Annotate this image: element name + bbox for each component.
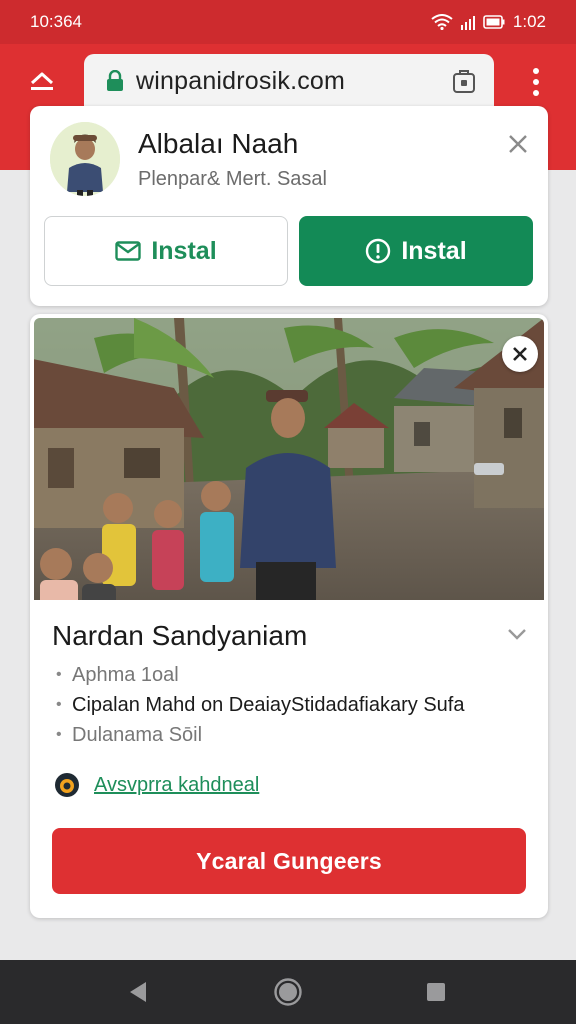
back-button[interactable]: [118, 960, 158, 1024]
app-subtitle: Plenpar& Mert. Sasal: [138, 168, 327, 190]
battery-icon: [483, 15, 505, 29]
avatar: [50, 122, 120, 196]
list-item: Cipalan Mahd on DeaiayStidadafiakary Suf…: [56, 690, 536, 720]
mail-icon: [115, 241, 142, 261]
ad-link[interactable]: Avsvprra kahdneal: [94, 774, 259, 797]
system-nav-bar: [0, 960, 576, 1024]
ad-link-row[interactable]: Avsvprra kahdneal: [54, 772, 259, 798]
status-bar: 10:364 1:02: [0, 0, 576, 44]
menu-button[interactable]: [24, 66, 60, 100]
ad-icon: [55, 773, 79, 797]
recents-button[interactable]: [416, 960, 456, 1024]
install-button-secondary-label: Instal: [151, 236, 217, 265]
url-text: winpanidrosik.com: [136, 66, 346, 95]
install-button-primary[interactable]: Instal: [299, 216, 533, 286]
tab-icon[interactable]: [452, 68, 476, 94]
status-icons: 1:02: [431, 12, 546, 32]
recents-icon: [427, 983, 445, 1001]
home-button[interactable]: [268, 960, 308, 1024]
chevron-down-icon[interactable]: [506, 626, 528, 642]
info-icon: [366, 238, 391, 264]
list-item: Aphma 1oal: [56, 660, 536, 690]
ad-card: Nardan Sandyaniam Aphma 1oal Cipalan Mah…: [30, 314, 548, 918]
list-item: Dulanama Sōil: [56, 720, 536, 750]
install-card: Albalaı Naah Plenpar& Mert. Sasal Instal…: [30, 106, 548, 306]
back-icon: [130, 982, 146, 1002]
ad-bullets: Aphma 1oal Cipalan Mahd on DeaiayStidada…: [56, 660, 536, 750]
ad-close-button[interactable]: [502, 336, 538, 372]
wifi-icon: [431, 14, 453, 30]
status-time: 10:364: [30, 12, 82, 31]
app-name: Albalaı Naah: [138, 128, 299, 159]
close-icon[interactable]: [506, 132, 530, 156]
status-clock: 1:02: [512, 12, 546, 31]
close-icon: [513, 347, 527, 361]
url-bar[interactable]: winpanidrosik.com: [84, 54, 494, 108]
install-button-primary-label: Instal: [401, 236, 467, 265]
more-icon[interactable]: [522, 64, 550, 100]
cta-button[interactable]: Ycaral Gungeers: [52, 828, 526, 894]
ad-title: Nardan Sandyaniam: [52, 620, 308, 651]
install-button-secondary[interactable]: Instal: [44, 216, 288, 286]
lock-icon: [107, 70, 123, 91]
ad-photo[interactable]: [34, 318, 544, 600]
home-icon: [274, 978, 302, 1006]
menu-icon: [30, 72, 54, 90]
signal-icon: [460, 16, 475, 30]
